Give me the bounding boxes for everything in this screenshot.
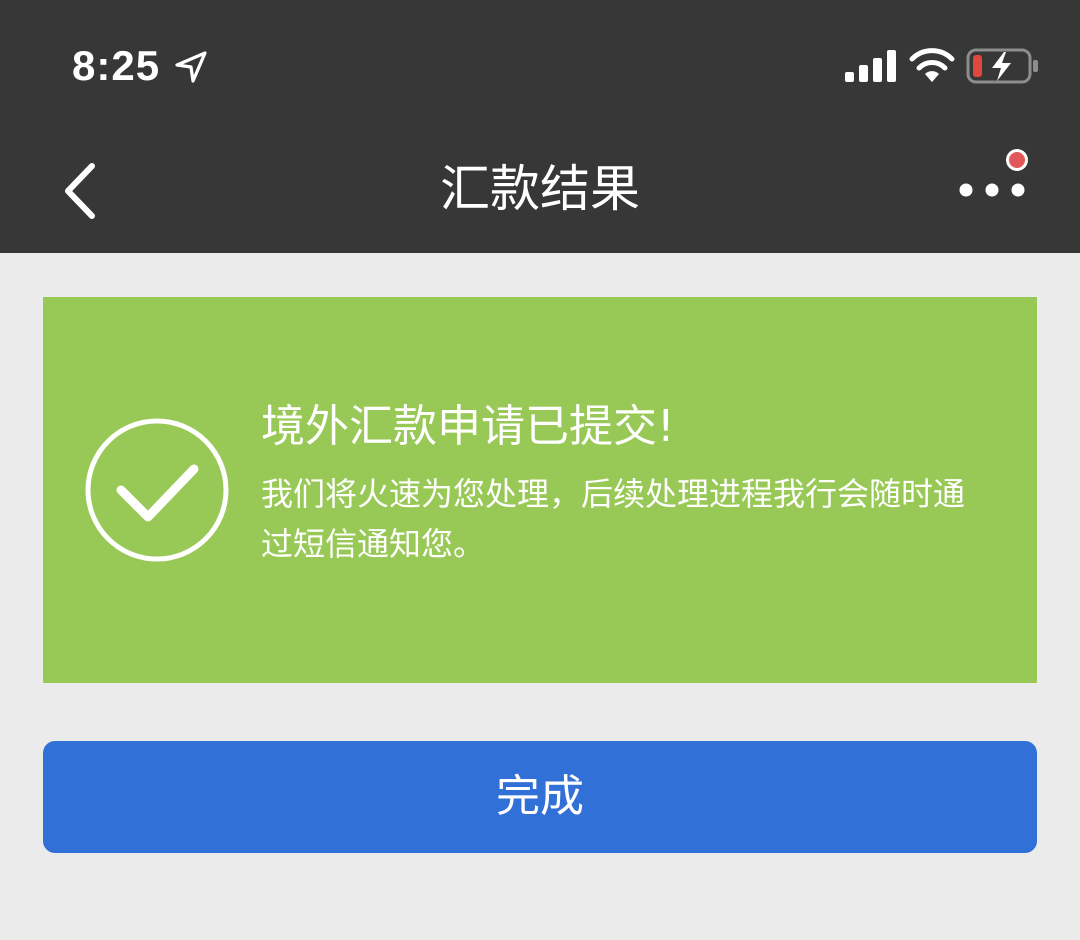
page-title: 汇款结果	[440, 160, 640, 218]
check-circle-icon	[85, 418, 229, 562]
nav-bar: 汇款结果	[0, 130, 1080, 253]
result-message: 我们将火速为您处理，后续处理进程我行会随时通过短信通知您。	[261, 475, 966, 563]
battery-charging-icon	[966, 48, 1038, 84]
status-bar: 8:25	[0, 0, 1080, 130]
done-button[interactable]: 完成	[43, 741, 1037, 853]
result-card: 境外汇款申请已提交! 我们将火速为您处理，后续处理进程我行会随时通过短信通知您。	[43, 297, 1037, 683]
screen: 8:25 汇款结果 境外汇款申请已提交! 我们将火速为您处理，后续处理进程我行会…	[0, 0, 1080, 940]
signal-icon	[845, 50, 896, 82]
location-arrow-icon	[175, 51, 207, 83]
more-dots-icon[interactable]	[952, 148, 1036, 204]
status-time: 8:25	[72, 42, 161, 89]
wifi-icon	[909, 48, 955, 82]
done-button-label: 完成	[496, 771, 584, 822]
result-title: 境外汇款申请已提交!	[261, 401, 675, 452]
